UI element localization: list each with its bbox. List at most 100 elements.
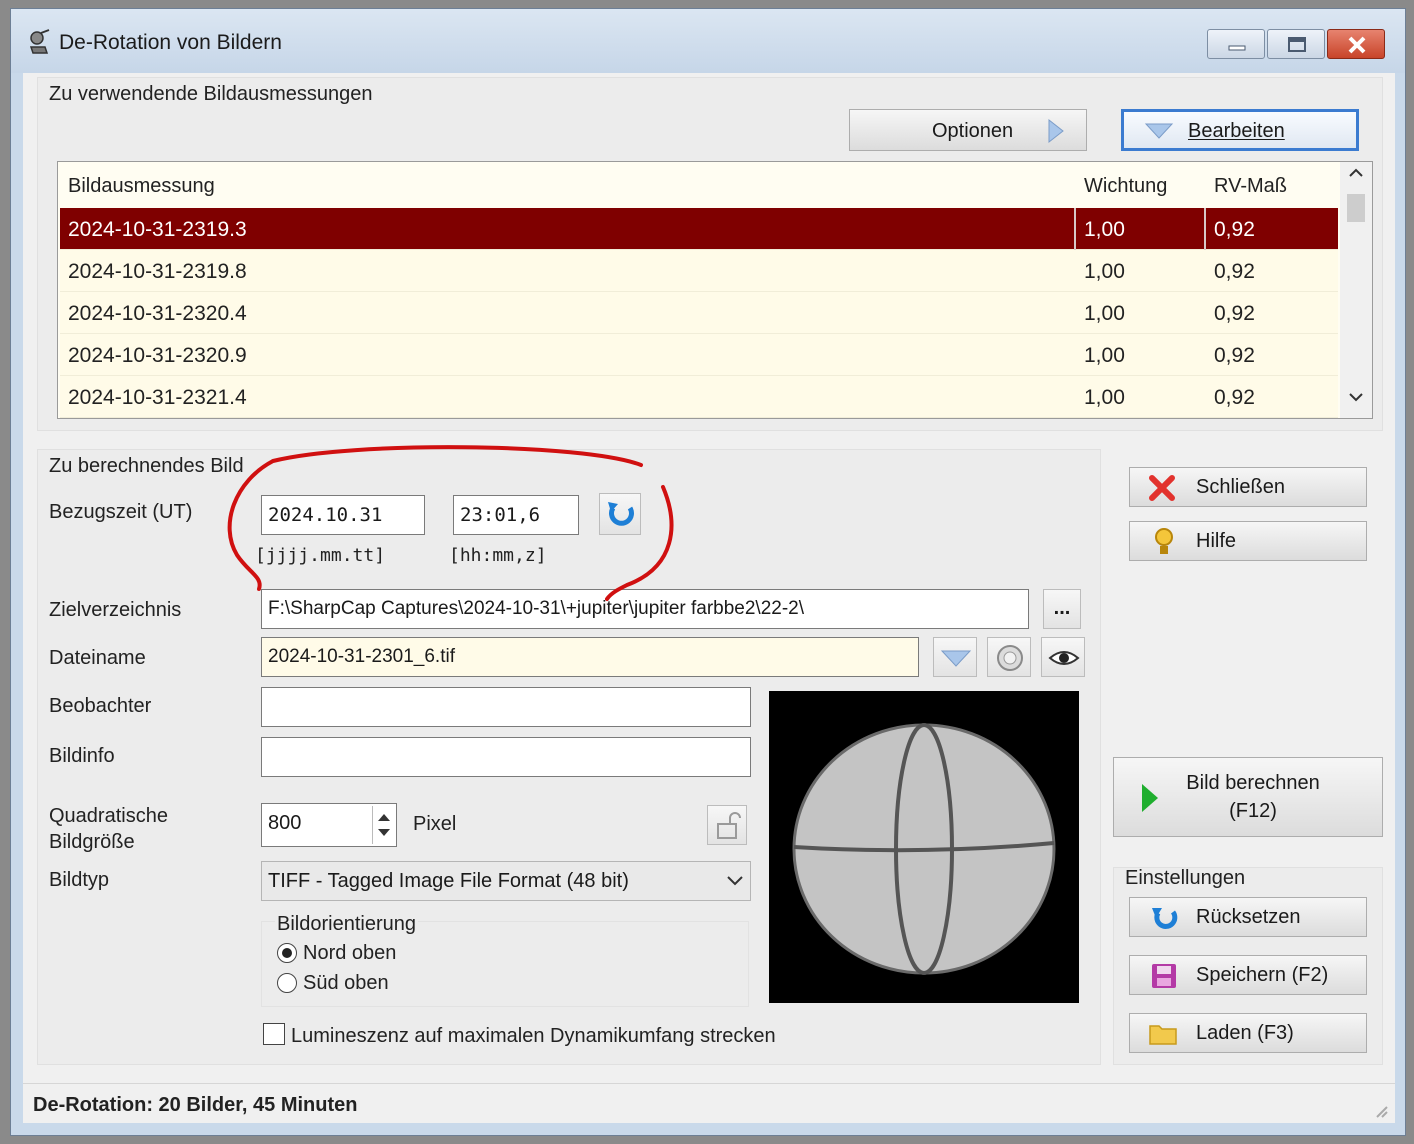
targetdir-label: Zielverzeichnis xyxy=(49,599,182,621)
minimize-button[interactable] xyxy=(1207,29,1265,59)
info-input[interactable] xyxy=(261,737,751,777)
image-group-label: Zu berechnendes Bild xyxy=(49,455,244,477)
row-rv: 0,92 xyxy=(1214,218,1255,241)
row-name: 2024-10-31-2319.3 xyxy=(68,218,247,241)
status-text: De-Rotation: 20 Bilder, 45 Minuten xyxy=(33,1094,358,1116)
save-disk-icon xyxy=(1152,964,1176,988)
compute-line2: (F12) xyxy=(1229,800,1277,822)
filename-auto-button[interactable] xyxy=(987,637,1031,677)
main-window: De-Rotation von Bildern Zu verwendende B… xyxy=(10,8,1406,1136)
x-close-icon xyxy=(1149,475,1175,501)
client-area: Zu verwendende Bildausmessungen Optionen… xyxy=(23,73,1395,1123)
options-button[interactable]: Optionen xyxy=(849,109,1087,151)
list-scrollbar[interactable] xyxy=(1340,162,1372,418)
radio-north-label[interactable]: Nord oben xyxy=(303,940,396,966)
filename-dropdown-button[interactable] xyxy=(933,637,977,677)
table-row[interactable]: 2024-10-31-2319.8 1,00 0,92 xyxy=(60,250,1338,292)
observer-input[interactable] xyxy=(261,687,751,727)
row-weight: 1,00 xyxy=(1084,386,1125,409)
row-rv: 0,92 xyxy=(1214,344,1255,367)
preview-eye-button[interactable] xyxy=(1041,637,1085,677)
folder-icon xyxy=(1149,1025,1177,1045)
type-select[interactable]: TIFF - Tagged Image File Format (48 bit) xyxy=(261,861,751,901)
column-header-measurement[interactable]: Bildausmessung xyxy=(68,175,215,198)
time-input[interactable]: 23:01,6 xyxy=(453,495,579,535)
measurements-group-label: Zu verwendende Bildausmessungen xyxy=(49,83,373,105)
size-label-line2: Bildgröße xyxy=(49,831,135,853)
window-title: De-Rotation von Bildern xyxy=(59,31,282,54)
load-button[interactable]: Laden (F3) xyxy=(1129,1013,1367,1053)
reset-button[interactable]: Rücksetzen xyxy=(1129,897,1367,937)
close-window-button[interactable] xyxy=(1327,29,1385,59)
jupiter-preview xyxy=(769,691,1079,1003)
date-input[interactable]: 2024.10.31 xyxy=(261,495,425,535)
table-row[interactable]: 2024-10-31-2319.3 1,00 0,92 xyxy=(60,208,1338,250)
reset-icon xyxy=(1152,908,1178,929)
luminance-label[interactable]: Lumineszenz auf maximalen Dynamikumfang … xyxy=(291,1023,776,1049)
measurement-list[interactable]: Bildausmessung Wichtung RV-Maß 2024-10-3… xyxy=(57,161,1373,419)
filename-label: Dateiname xyxy=(49,647,146,669)
load-button-label: Laden (F3) xyxy=(1196,1022,1294,1044)
size-unit: Pixel xyxy=(413,813,457,835)
app-icon xyxy=(29,29,50,54)
radio-south-up[interactable] xyxy=(277,973,297,993)
stepper-arrows[interactable] xyxy=(372,806,394,844)
resize-grip-icon[interactable] xyxy=(1373,1103,1389,1119)
chevron-down-icon xyxy=(727,876,743,886)
lock-icon xyxy=(717,812,741,839)
table-row[interactable]: 2024-10-31-2320.9 1,00 0,92 xyxy=(60,334,1338,376)
status-bar: De-Rotation: 20 Bilder, 45 Minuten xyxy=(23,1083,1395,1123)
filename-input[interactable]: 2024-10-31-2301_6.tif xyxy=(261,637,919,677)
column-header-weight[interactable]: Wichtung xyxy=(1084,175,1167,198)
info-label: Bildinfo xyxy=(49,745,115,767)
refresh-icon xyxy=(608,502,634,526)
radio-north-up[interactable] xyxy=(277,943,297,963)
luminance-checkbox[interactable] xyxy=(263,1023,285,1045)
edit-button[interactable]: Bearbeiten xyxy=(1121,109,1359,151)
row-name: 2024-10-31-2320.9 xyxy=(68,344,247,367)
edit-button-label: Bearbeiten xyxy=(1188,120,1285,142)
compute-button[interactable]: Bild berechnen (F12) xyxy=(1113,757,1383,837)
help-button-label: Hilfe xyxy=(1196,530,1237,552)
play-arrow-icon xyxy=(1048,118,1064,144)
title-bar[interactable]: De-Rotation von Bildern xyxy=(11,9,1405,73)
targetdir-input[interactable]: F:\SharpCap Captures\2024-10-31\+jupiter… xyxy=(261,589,1029,629)
row-weight: 1,00 xyxy=(1084,218,1125,241)
scroll-up-icon xyxy=(1349,168,1363,177)
time-format-hint: [hh:mm,z] xyxy=(449,545,547,566)
reset-button-label: Rücksetzen xyxy=(1196,906,1301,928)
settings-group-label: Einstellungen xyxy=(1125,867,1246,889)
planet-globe-icon xyxy=(792,723,1056,975)
help-bulb-icon xyxy=(1155,528,1173,554)
dropdown-triangle-icon xyxy=(940,650,972,667)
table-row[interactable]: 2024-10-31-2321.4 1,00 0,92 xyxy=(60,376,1338,418)
size-stepper[interactable]: 800 xyxy=(261,803,397,847)
dropdown-triangle-icon xyxy=(1144,123,1174,139)
row-name: 2024-10-31-2321.4 xyxy=(68,386,247,409)
eye-icon xyxy=(1048,651,1080,665)
close-button[interactable]: Schließen xyxy=(1129,467,1367,507)
observer-label: Beobachter xyxy=(49,695,152,717)
save-button[interactable]: Speichern (F2) xyxy=(1129,955,1367,995)
column-header-rv[interactable]: RV-Maß xyxy=(1214,175,1287,198)
help-button[interactable]: Hilfe xyxy=(1129,521,1367,561)
row-weight: 1,00 xyxy=(1084,344,1125,367)
radio-south-label[interactable]: Süd oben xyxy=(303,970,389,996)
options-button-label: Optionen xyxy=(932,120,1014,142)
row-rv: 0,92 xyxy=(1214,302,1255,325)
lock-size-button[interactable] xyxy=(707,805,747,845)
row-weight: 1,00 xyxy=(1084,302,1125,325)
scrollbar-thumb[interactable] xyxy=(1347,194,1365,222)
browse-button[interactable]: ... xyxy=(1043,589,1081,629)
close-icon xyxy=(1348,36,1366,54)
table-row[interactable]: 2024-10-31-2320.4 1,00 0,92 xyxy=(60,292,1338,334)
row-rv: 0,92 xyxy=(1214,260,1255,283)
refresh-time-button[interactable] xyxy=(599,493,641,535)
save-button-label: Speichern (F2) xyxy=(1196,964,1329,986)
size-value: 800 xyxy=(268,812,302,834)
maximize-button[interactable] xyxy=(1267,29,1325,59)
column-divider xyxy=(1204,208,1206,250)
compute-line1: Bild berechnen xyxy=(1186,772,1320,794)
type-select-value: TIFF - Tagged Image File Format (48 bit) xyxy=(268,870,629,892)
play-icon xyxy=(1142,784,1158,812)
